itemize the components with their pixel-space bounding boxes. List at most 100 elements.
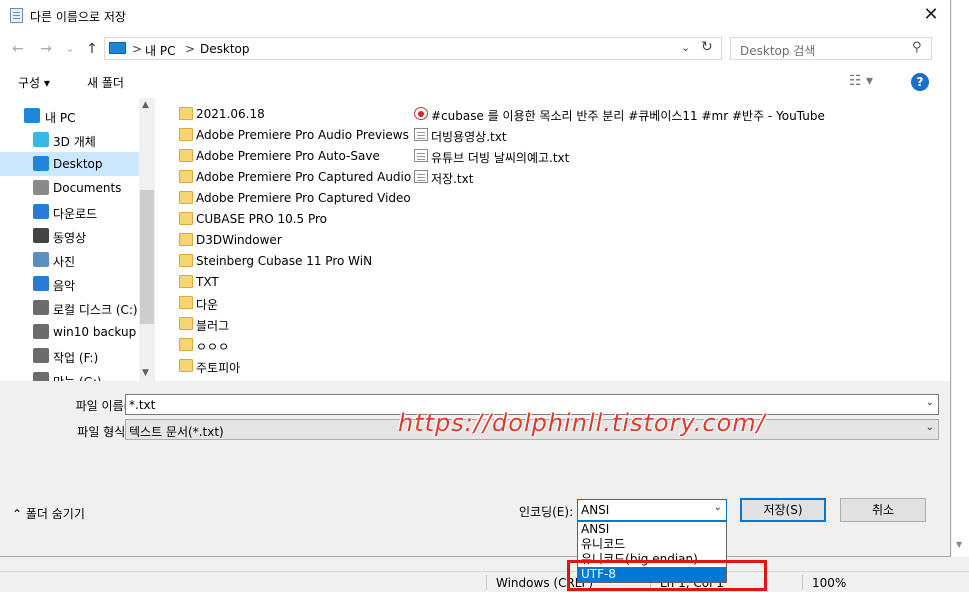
navigation-pane: 내 PC 3D 개체 Desktop Documents 다운로드동영상사진음악로컬 디…	[0, 98, 155, 381]
sidebar-item-label: 다운로드	[53, 207, 98, 221]
folder-name: 주토피아	[196, 361, 241, 375]
scroll-down-icon[interactable]: ▼	[956, 540, 962, 549]
sidebar-item-label: 동영상	[53, 231, 87, 245]
folder-icon	[179, 128, 193, 141]
sidebar-item[interactable]: 다운로드	[0, 200, 139, 224]
chevron-down-icon[interactable]: ⌄	[926, 422, 934, 433]
sidebar-item-label: Documents	[53, 181, 122, 195]
sidebar-item[interactable]: 내 PC	[0, 104, 139, 128]
folder-icon	[179, 254, 193, 267]
address-bar[interactable]: > 내 PC > Desktop ⌄ ↻	[104, 37, 722, 60]
cancel-button[interactable]: 취소	[840, 498, 926, 522]
encoding-label: 인코딩(E):	[519, 505, 574, 519]
notepad-icon	[10, 8, 23, 23]
sidebar-item[interactable]: 작업 (F:)	[0, 344, 139, 368]
recent-locations-icon[interactable]: ⌄	[62, 40, 78, 58]
folder-name: ㅇㅇㅇ	[196, 340, 230, 354]
sidebar-item[interactable]: 3D 개체	[0, 128, 139, 152]
sidebar-item[interactable]: 동영상	[0, 224, 139, 248]
help-icon[interactable]: ?	[911, 73, 929, 91]
folder-name: CUBASE PRO 10.5 Pro	[196, 212, 328, 226]
sidebar-item-label: 로컬 디스크 (C:)	[53, 303, 138, 317]
sidebar-item[interactable]: win10 backup (I	[0, 320, 148, 344]
save-button[interactable]: 저장(S)	[740, 498, 826, 522]
drive-icon	[33, 348, 49, 363]
search-input[interactable]: Desktop 검색 ⚲	[730, 37, 932, 60]
address-dropdown-icon[interactable]: ⌄	[681, 41, 690, 54]
search-icon[interactable]: ⚲	[912, 40, 922, 55]
encoding-value: ANSI	[581, 503, 610, 517]
pictures-icon	[33, 252, 49, 267]
chevron-down-icon[interactable]: ⌄	[714, 502, 722, 513]
navigation-scrollbar[interactable]: ▲ ▼	[139, 98, 155, 381]
forward-arrow-icon[interactable]: →	[38, 40, 54, 58]
file-list: 2021.06.18 Adobe Premiere Pro Audio Previ…	[155, 98, 950, 381]
folder-name: Adobe Premiere Pro Captured Video	[196, 191, 411, 205]
drive-icon	[33, 324, 49, 339]
sidebar-item-label: Desktop	[53, 157, 103, 171]
file-name: 유튜브 더빙 날씨의예고.txt	[431, 151, 570, 165]
sidebar-item[interactable]: 로컬 디스크 (C:)	[0, 296, 139, 320]
sidebar-item[interactable]: Documents	[0, 176, 139, 200]
internet-shortcut-icon	[414, 107, 428, 120]
pc-icon	[109, 42, 126, 54]
sidebar-item-label: 내 PC	[45, 111, 76, 125]
desktop-icon	[33, 156, 49, 171]
text-file-icon	[414, 149, 428, 162]
text-file-icon	[414, 170, 428, 183]
folder-icon	[179, 338, 193, 351]
sidebar-item-label: 만능 (G:)	[53, 373, 102, 381]
up-arrow-icon[interactable]: ↑	[84, 40, 100, 58]
sidebar-item-label: 작업 (F:)	[53, 351, 99, 365]
folder-icon	[179, 107, 193, 120]
horizontal-scrollbar[interactable]	[0, 557, 969, 571]
folder-name: Adobe Premiere Pro Audio Previews	[196, 128, 409, 142]
breadcrumb-separator: >	[132, 42, 143, 56]
file-name: 저장.txt	[431, 172, 474, 186]
refresh-icon[interactable]: ↻	[701, 39, 713, 55]
folder-icon	[179, 170, 193, 183]
sidebar-item[interactable]: Desktop	[0, 152, 139, 176]
title-bar[interactable]: 다른 이름으로 저장 ✕	[0, 0, 950, 32]
breadcrumb-desktop[interactable]: Desktop	[200, 42, 250, 56]
highlight-annotation	[567, 560, 767, 591]
filename-value: *.txt	[129, 398, 156, 412]
folder-icon	[179, 233, 193, 246]
sidebar-item-label: win10 backup (I	[53, 325, 149, 339]
folder-name: D3DWindower	[196, 233, 282, 247]
folder-name: TXT	[196, 275, 219, 289]
watermark-url: https://dolphinll.tistory.com/	[398, 409, 766, 437]
folder-icon	[179, 317, 193, 330]
encoding-option[interactable]: ANSI	[578, 522, 726, 537]
folder-name: Steinberg Cubase 11 Pro WiN	[196, 254, 373, 268]
scroll-down-icon[interactable]: ▼	[142, 368, 149, 378]
folder-icon	[179, 359, 193, 372]
encoding-option[interactable]: 유니코드	[578, 537, 726, 552]
vertical-scrollbar[interactable]: ▼	[952, 0, 969, 557]
sidebar-item[interactable]: 음악	[0, 272, 139, 296]
drive-icon	[33, 372, 49, 381]
new-folder-button[interactable]: 새 폴더	[87, 74, 124, 91]
breadcrumb-pc[interactable]: 내 PC	[145, 42, 175, 59]
folder-name: Adobe Premiere Pro Captured Audio	[196, 170, 412, 184]
view-options-icon[interactable]: ☷ ▾	[849, 73, 873, 89]
sidebar-item[interactable]: 사진	[0, 248, 139, 272]
close-button[interactable]: ✕	[914, 3, 948, 29]
sidebar-item-label: 음악	[53, 279, 76, 293]
text-file-icon	[414, 128, 428, 141]
back-arrow-icon[interactable]: ←	[10, 40, 26, 58]
sidebar-item[interactable]: 만능 (G:)	[0, 368, 139, 381]
folder-name: 블러그	[196, 319, 230, 333]
organize-button[interactable]: 구성 ▾	[18, 74, 50, 91]
sidebar-item-label: 사진	[53, 255, 76, 269]
pc-icon	[24, 108, 40, 123]
scroll-up-icon[interactable]: ▲	[142, 100, 149, 110]
command-toolbar: 구성 ▾ 새 폴더 ☷ ▾ ?	[0, 66, 950, 98]
encoding-select[interactable]: ANSI ⌄	[577, 499, 727, 521]
chevron-down-icon[interactable]: ⌄	[926, 397, 934, 408]
hide-folders-button[interactable]: ⌃ 폴더 숨기기	[12, 505, 85, 522]
music-icon	[33, 276, 49, 291]
scrollbar-thumb[interactable]	[140, 190, 154, 324]
filetype-value: 텍스트 문서(*.txt)	[129, 425, 224, 439]
status-zoom: 100%	[812, 576, 847, 590]
